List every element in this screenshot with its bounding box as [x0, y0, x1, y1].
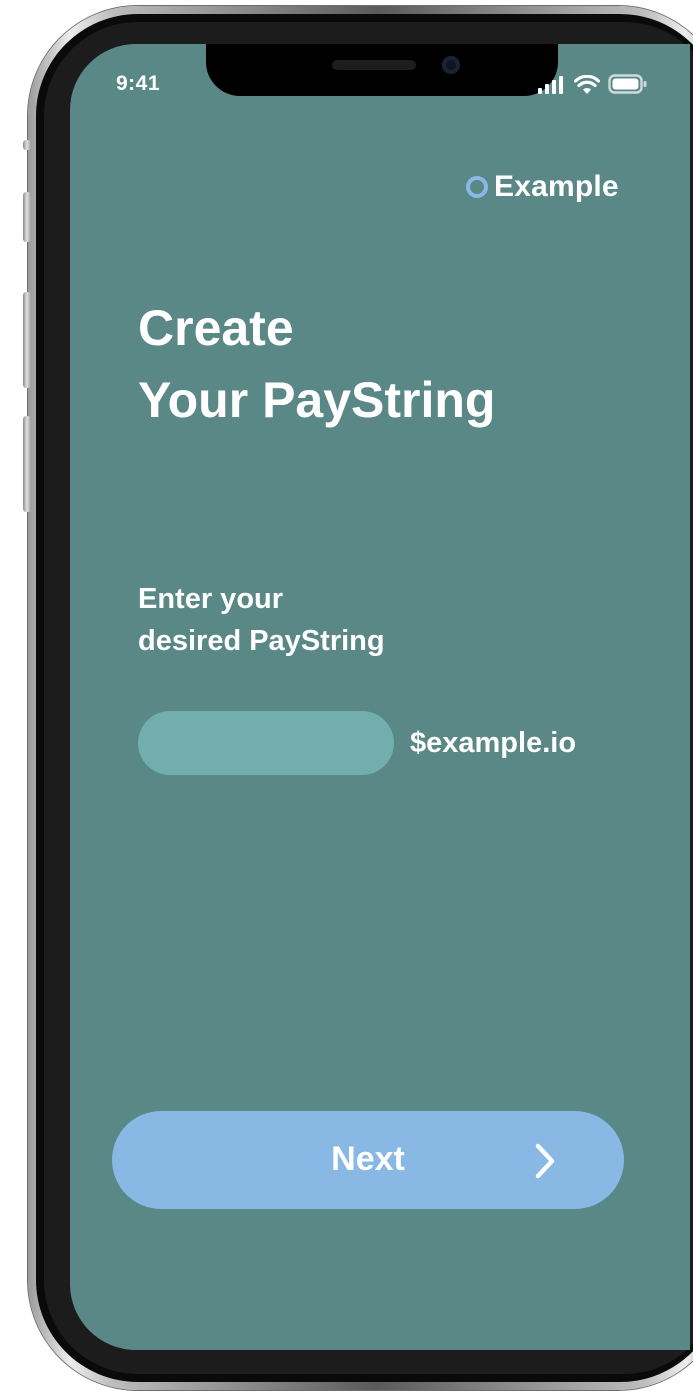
- page-title: Create Your PayString: [138, 292, 495, 436]
- volume-down-button: [23, 416, 31, 512]
- status-icons: [538, 74, 648, 94]
- ring-silent-switch: [23, 140, 31, 150]
- app-screen: 9:41 Example Create Your PayString Enter…: [70, 44, 690, 1350]
- device-notch: [206, 44, 558, 96]
- speaker-grille: [332, 60, 416, 70]
- side-button-mute: [23, 192, 31, 242]
- paystring-domain-suffix: $example.io: [410, 726, 577, 759]
- battery-icon: [608, 74, 647, 94]
- brand-ring-icon: [466, 176, 488, 198]
- signal-icon: [538, 76, 563, 94]
- device-mockup: 9:41 Example Create Your PayString Enter…: [0, 0, 693, 1392]
- chevron-right-icon: [535, 1143, 555, 1179]
- page-title-line-2: Your PayString: [138, 372, 496, 428]
- wifi-icon: [574, 75, 600, 94]
- paystring-input[interactable]: [138, 711, 394, 775]
- paystring-prompt-line-2: desired PayString: [138, 625, 385, 657]
- brand-name: Example: [494, 170, 619, 203]
- brand-logo: Example: [466, 170, 619, 204]
- paystring-input-row: $example.io: [138, 711, 576, 775]
- volume-up-button: [23, 292, 31, 388]
- front-camera: [442, 56, 460, 74]
- paystring-prompt-line-1: Enter your: [138, 583, 284, 615]
- status-time: 9:41: [116, 72, 161, 95]
- paystring-prompt: Enter your desired PayString: [138, 578, 385, 662]
- page-title-line-1: Create: [138, 300, 294, 356]
- next-button[interactable]: Next: [112, 1111, 624, 1209]
